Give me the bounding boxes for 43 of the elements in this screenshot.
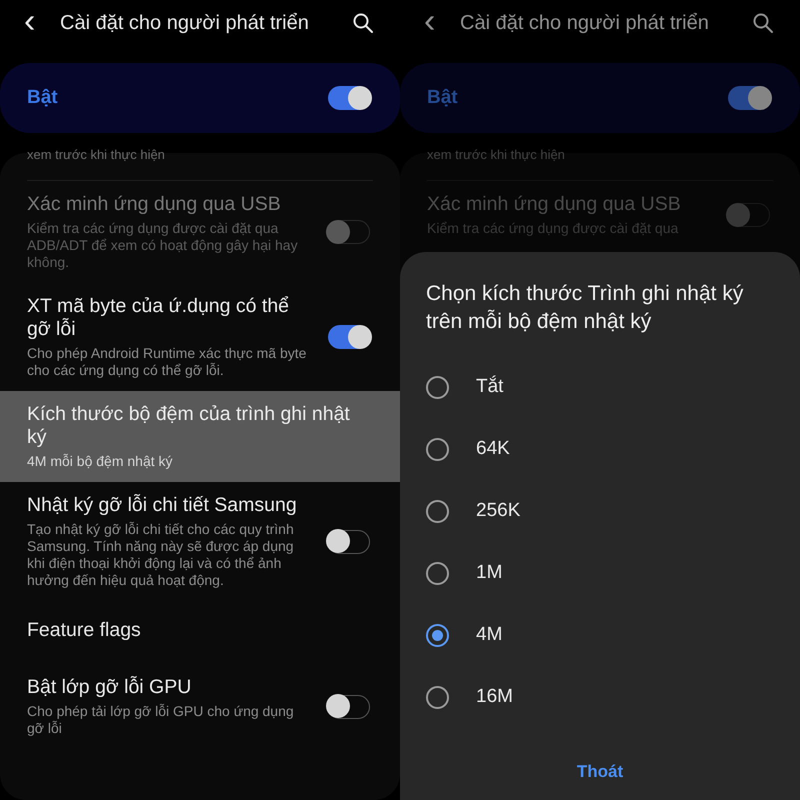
category-header: Feature flags	[26, 618, 142, 643]
screen-title: Cài đặt cho người phát triển	[60, 12, 310, 34]
back-button[interactable]: ‹	[24, 4, 46, 38]
radio-button[interactable]	[426, 376, 449, 398]
radio-button[interactable]	[426, 686, 449, 708]
setting-summary: Tạo nhật ký gỡ lỗi chi tiết cho các quy trình Samsung. Tính năng này sẽ được áp dụng khi điện thoại khởi động lại và có thể ảnh hưởng đến hiệu quả hoạt động.	[27, 521, 295, 589]
master-switch-card[interactable]: Bật	[0, 63, 400, 133]
dialog-title: Chọn kích thước Trình ghi nhật ký trên mỗi bộ đệm nhật ký	[426, 281, 744, 335]
option-label[interactable]: 4M	[476, 624, 502, 646]
option-label[interactable]: 16M	[476, 686, 513, 708]
setting-summary: Cho phép Android Runtime xác thực mã byte cho các ứng dụng có thể gỡ lỗi.	[27, 345, 308, 379]
setting-summary: xem trước khi thực hiện	[427, 147, 773, 181]
search-icon[interactable]	[352, 12, 374, 34]
option-label[interactable]: 256K	[476, 500, 520, 522]
option-label[interactable]: 64K	[476, 438, 510, 460]
switch-label: Bật	[427, 87, 458, 109]
toggle-switch[interactable]	[328, 694, 370, 718]
setting-title: Xác minh ứng dụng qua USB	[427, 193, 682, 216]
setting-summary: Cho phép tải lớp gỡ lỗi GPU cho ứng dụng gỡ lỗi	[27, 703, 295, 737]
search-icon[interactable]	[752, 12, 774, 34]
setting-summary: 4M mỗi bộ đệm nhật ký	[27, 453, 174, 470]
toggle-switch[interactable]	[328, 86, 370, 110]
radio-button[interactable]	[426, 624, 449, 646]
setting-summary: xem trước khi thực hiện	[27, 147, 373, 181]
switch-label: Bật	[27, 87, 58, 109]
toggle-switch[interactable]	[728, 86, 770, 110]
radio-button[interactable]	[426, 438, 449, 460]
setting-title: Nhật ký gỡ lỗi chi tiết Samsung	[27, 494, 298, 517]
setting-title: XT mã byte của ứ.dụng có thể gỡ lỗi	[27, 295, 290, 341]
radio-button[interactable]	[426, 500, 449, 522]
radio-button[interactable]	[426, 562, 449, 584]
setting-summary: Kiểm tra các ứng dụng được cài đặt qua ADB/ADT để xem có hoạt động gây hại hay không.	[27, 220, 299, 271]
screen-title: Cài đặt cho người phát triển	[460, 12, 710, 34]
setting-row[interactable]: Kích thước bộ đệm của trình ghi nhật ký 4M mỗi bộ đệm nhật ký	[0, 391, 400, 482]
option-label[interactable]: Tắt	[476, 376, 504, 398]
toggle-switch[interactable]	[328, 325, 370, 349]
setting-title: Xác minh ứng dụng qua USB	[27, 193, 282, 216]
toggle-switch[interactable]	[328, 530, 370, 554]
cancel-button[interactable]: Thoát	[566, 758, 634, 786]
setting-title: Kích thước bộ đệm của trình ghi nhật ký	[27, 403, 351, 449]
setting-title: Bật lớp gỡ lỗi GPU	[27, 676, 192, 699]
back-button[interactable]: ‹	[424, 4, 446, 38]
option-label[interactable]: 1M	[476, 562, 502, 584]
